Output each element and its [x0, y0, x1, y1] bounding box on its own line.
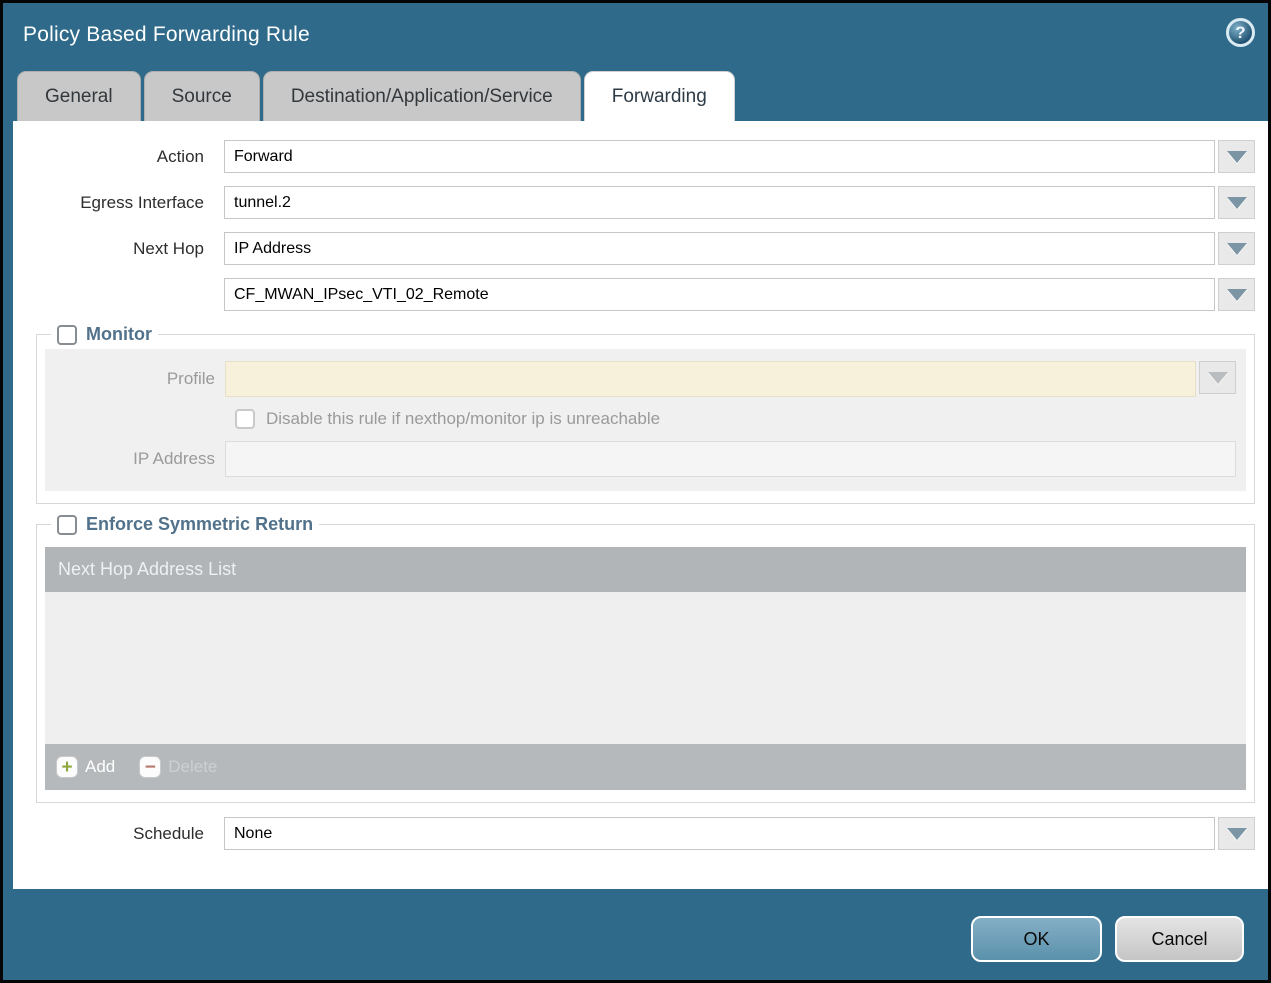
minus-icon: − — [139, 756, 161, 778]
dialog-titlebar: Policy Based Forwarding Rule ? — [3, 3, 1268, 68]
cancel-button[interactable]: Cancel — [1115, 916, 1244, 962]
monitor-ip-address-label: IP Address — [45, 449, 225, 469]
next-hop-address-list-body — [45, 592, 1246, 744]
egress-interface-input[interactable] — [224, 186, 1215, 219]
monitor-legend: Monitor — [51, 324, 158, 345]
monitor-ip-address-input — [225, 441, 1236, 477]
monitor-section: Monitor Profile Disable this rule if — [36, 324, 1255, 504]
next-hop-address-list-header: Next Hop Address List — [45, 547, 1246, 592]
tab-destination-application-service[interactable]: Destination/Application/Service — [263, 71, 581, 121]
next-hop-address-list-toolbar: + Add − Delete — [45, 744, 1246, 790]
pbf-rule-dialog: Policy Based Forwarding Rule ? General S… — [0, 0, 1271, 983]
next-hop-type-dropdown-button[interactable] — [1218, 232, 1255, 265]
chevron-down-icon — [1227, 243, 1247, 255]
delete-button: − Delete — [139, 756, 217, 778]
schedule-row: Schedule — [13, 817, 1255, 850]
plus-icon: + — [56, 756, 78, 778]
chevron-down-icon — [1227, 828, 1247, 840]
tab-forwarding[interactable]: Forwarding — [584, 71, 735, 121]
disable-rule-row: Disable this rule if nexthop/monitor ip … — [45, 409, 1246, 429]
monitor-legend-label: Monitor — [86, 324, 152, 345]
next-hop-label: Next Hop — [13, 239, 214, 259]
enforce-symmetric-return-checkbox[interactable] — [57, 515, 77, 535]
enforce-symmetric-return-legend: Enforce Symmetric Return — [51, 514, 319, 535]
action-label: Action — [13, 147, 214, 167]
tab-source[interactable]: Source — [144, 71, 260, 121]
chevron-down-icon — [1227, 289, 1247, 301]
profile-row: Profile — [45, 361, 1246, 397]
next-hop-address-table: Next Hop Address List + Add − Delete — [45, 547, 1246, 790]
action-row: Action — [13, 140, 1255, 173]
schedule-label: Schedule — [13, 824, 214, 844]
chevron-down-icon — [1208, 372, 1228, 384]
next-hop-address-row — [13, 278, 1255, 311]
profile-label: Profile — [45, 369, 225, 389]
monitor-checkbox[interactable] — [57, 325, 77, 345]
egress-interface-dropdown-button[interactable] — [1218, 186, 1255, 219]
chevron-down-icon — [1227, 151, 1247, 163]
disable-rule-label: Disable this rule if nexthop/monitor ip … — [266, 409, 660, 429]
forwarding-tab-panel: Action Egress Interface Next Hop — [13, 121, 1268, 889]
dialog-title: Policy Based Forwarding Rule — [23, 23, 310, 47]
next-hop-row: Next Hop — [13, 232, 1255, 265]
add-button[interactable]: + Add — [56, 756, 115, 778]
profile-dropdown-button — [1199, 361, 1236, 394]
egress-interface-row: Egress Interface — [13, 186, 1255, 219]
tab-general[interactable]: General — [17, 71, 141, 121]
next-hop-type-input[interactable] — [224, 232, 1215, 265]
delete-button-label: Delete — [168, 757, 217, 777]
monitor-ip-address-row: IP Address — [45, 441, 1246, 477]
ok-button[interactable]: OK — [971, 916, 1102, 962]
next-hop-address-dropdown-button[interactable] — [1218, 278, 1255, 311]
monitor-panel: Profile Disable this rule if nexthop/mon… — [45, 349, 1246, 491]
tab-bar: General Source Destination/Application/S… — [17, 71, 735, 121]
add-button-label: Add — [85, 757, 115, 777]
enforce-symmetric-return-section: Enforce Symmetric Return Next Hop Addres… — [36, 514, 1255, 803]
schedule-input[interactable] — [224, 817, 1215, 850]
disable-rule-checkbox — [235, 409, 255, 429]
help-icon[interactable]: ? — [1226, 18, 1255, 47]
chevron-down-icon — [1227, 197, 1247, 209]
action-dropdown-button[interactable] — [1218, 140, 1255, 173]
profile-input — [225, 361, 1196, 397]
action-input[interactable] — [224, 140, 1215, 173]
enforce-symmetric-return-legend-label: Enforce Symmetric Return — [86, 514, 313, 535]
egress-interface-label: Egress Interface — [13, 193, 214, 213]
schedule-dropdown-button[interactable] — [1218, 817, 1255, 850]
next-hop-address-input[interactable] — [224, 278, 1215, 311]
